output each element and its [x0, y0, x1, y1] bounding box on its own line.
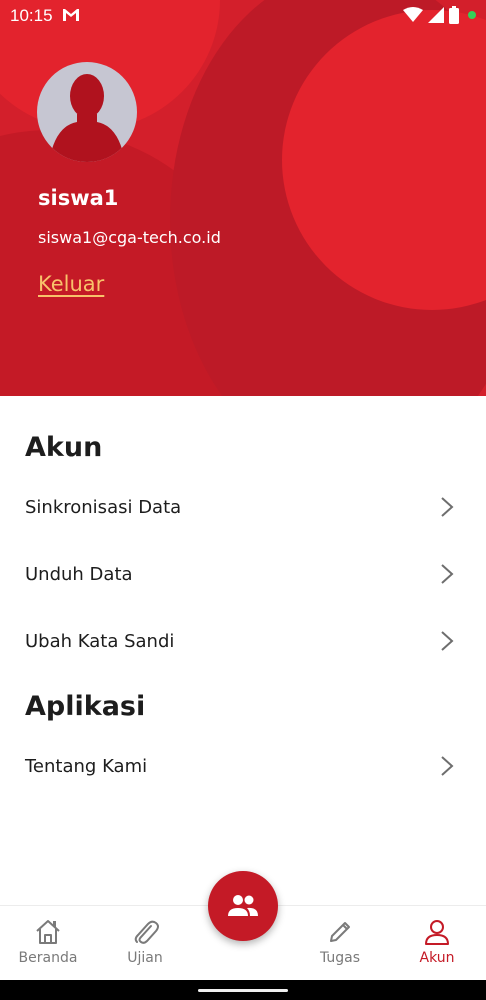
person-silhouette-icon — [49, 74, 125, 162]
home-icon — [36, 920, 60, 944]
gmail-icon — [63, 9, 79, 21]
chevron-right-icon — [441, 564, 454, 584]
chevron-right-icon — [441, 631, 454, 651]
avatar[interactable] — [37, 62, 137, 162]
wifi-icon — [403, 7, 423, 22]
battery-icon — [449, 6, 459, 24]
menu-item-label: Sinkronisasi Data — [25, 496, 182, 518]
nav-label: Tugas — [319, 950, 361, 966]
menu-item-change-password[interactable]: Ubah Kata Sandi — [0, 611, 486, 671]
group-icon — [228, 895, 258, 916]
section-title-application: Aplikasi — [25, 691, 146, 722]
signal-icon — [428, 7, 444, 23]
group-fab-button[interactable] — [208, 871, 278, 941]
menu-item-label: Ubah Kata Sandi — [25, 630, 175, 652]
nav-item-ujian[interactable]: Ujian — [97, 906, 193, 981]
nav-label: Ujian — [127, 950, 163, 966]
chevron-right-icon — [441, 756, 454, 776]
menu-item-label: Unduh Data — [25, 563, 133, 585]
status-time: 10:15 — [10, 6, 53, 25]
pencil-icon — [330, 922, 350, 942]
menu-item-label: Tentang Kami — [25, 755, 148, 777]
status-bar: 10:15 — [0, 0, 486, 32]
chevron-right-icon — [441, 497, 454, 517]
menu-item-download-data[interactable]: Unduh Data — [0, 544, 486, 604]
username: siswa1 — [38, 186, 119, 210]
section-title-account: Akun — [25, 432, 103, 463]
status-icons — [403, 6, 476, 24]
menu-item-sync-data[interactable]: Sinkronisasi Data — [0, 477, 486, 537]
system-gesture-bar — [0, 980, 486, 1000]
nav-item-akun[interactable]: Akun — [389, 906, 485, 981]
user-email: siswa1@cga-tech.co.id — [38, 228, 221, 247]
nav-item-tugas[interactable]: Tugas — [292, 906, 388, 981]
nav-label: Akun — [419, 950, 455, 966]
paperclip-icon — [134, 920, 159, 944]
profile-header: 10:15 siswa1 siswa1@cga-tech.co.id Kelua… — [0, 0, 486, 396]
nav-label: Beranda — [18, 950, 78, 966]
person-icon — [425, 920, 449, 945]
home-gesture-handle[interactable] — [198, 989, 288, 992]
menu-item-about-us[interactable]: Tentang Kami — [0, 736, 486, 796]
nav-item-beranda[interactable]: Beranda — [0, 906, 96, 981]
logout-link[interactable]: Keluar — [38, 272, 104, 296]
notification-dot — [468, 11, 476, 19]
